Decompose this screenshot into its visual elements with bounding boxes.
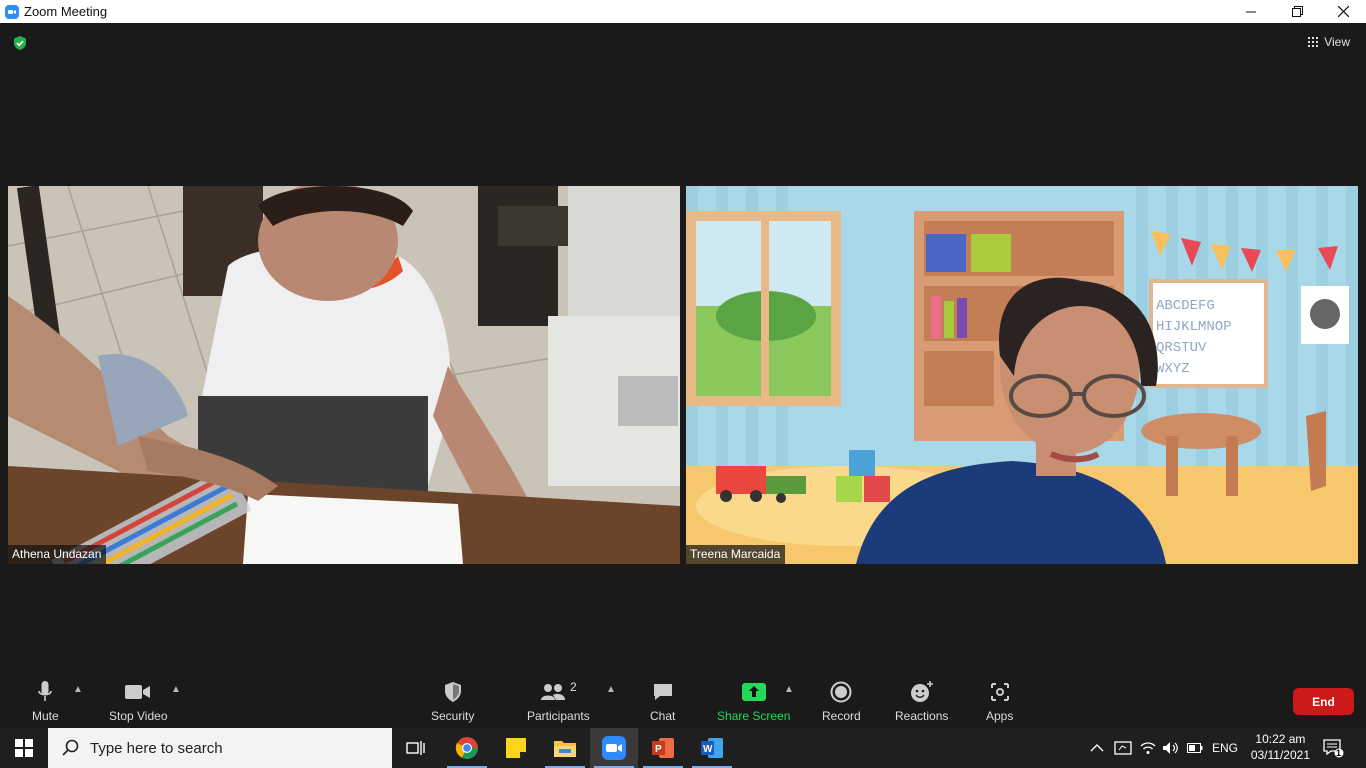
security-shield-icon [444,682,461,702]
apps-icon [990,683,1009,701]
svg-text:WXYZ: WXYZ [1156,361,1190,377]
restore-icon [1291,6,1303,17]
participant-video-feed [8,186,680,564]
participant-video-tile[interactable]: ABCDEFG HIJKLMNOP QRSTUV WXYZ Treena Mar… [686,186,1358,564]
share-options-caret-icon[interactable]: ▲ [784,684,794,695]
meeting-toolbar: Mute ▲ Stop Video ▲ Security 2 Participa… [0,672,1366,728]
share-screen-button[interactable]: Share Screen [717,680,790,723]
chat-label: Chat [650,709,676,723]
chat-bubble-icon [653,684,672,700]
powerpoint-icon: P [652,738,674,758]
participants-button[interactable]: 2 Participants [527,680,590,723]
apps-button[interactable]: Apps [986,680,1013,723]
search-placeholder: Type here to search [90,739,223,757]
svg-text:ABCDEFG: ABCDEFG [1156,298,1215,314]
action-center-button[interactable]: 1 [1322,728,1344,768]
stop-video-label: Stop Video [109,709,168,723]
record-button[interactable]: Record [822,680,861,723]
participant-name-tag: Treena Marcaida [686,545,786,564]
svg-text:HIJKLMNOP: HIJKLMNOP [1156,319,1232,335]
sticky-notes-icon [506,738,526,758]
sticky-notes-taskbar-button[interactable] [492,728,540,768]
grid-view-icon [1308,37,1319,47]
search-icon [62,739,79,756]
windows-taskbar: Type here to search P W ENG 10:22 am 03/… [0,728,1366,768]
close-icon [1337,6,1349,17]
participants-count: 2 [570,680,577,694]
participant-video-feed: ABCDEFG HIJKLMNOP QRSTUV WXYZ [686,186,1358,564]
svg-text:QRSTUV: QRSTUV [1156,340,1207,356]
svg-text:W: W [703,744,713,755]
meet-now-tray-button[interactable] [1114,728,1132,768]
battery-icon [1187,743,1203,753]
minimize-icon [1246,11,1256,12]
window-titlebar: Zoom Meeting [0,0,1366,23]
wifi-tray-button[interactable] [1140,728,1156,768]
record-icon [830,681,852,703]
view-button[interactable]: View [1308,35,1350,49]
apps-label: Apps [986,709,1014,723]
mute-label: Mute [32,709,59,723]
minimize-button[interactable] [1228,0,1274,23]
encryption-shield-icon[interactable] [12,35,28,51]
powerpoint-taskbar-button[interactable]: P [639,728,687,768]
restore-button[interactable] [1274,0,1320,23]
clock-time: 10:22 am [1255,732,1306,746]
zoom-icon [602,736,626,760]
video-options-caret-icon[interactable]: ▲ [171,684,181,695]
file-explorer-taskbar-button[interactable] [541,728,589,768]
word-icon: W [701,738,723,758]
battery-tray-button[interactable] [1187,728,1203,768]
notification-count-badge: 1 [1336,748,1342,758]
word-taskbar-button[interactable]: W [688,728,736,768]
file-explorer-folder-icon [554,741,576,757]
security-button[interactable]: Security [431,680,474,723]
chrome-icon [455,737,478,759]
wifi-icon [1140,742,1156,754]
meet-now-icon [1114,741,1132,755]
participant-name-tag: Athena Undazan [8,545,107,564]
audio-options-caret-icon[interactable]: ▲ [73,684,83,695]
clock-date: 03/11/2021 [1250,748,1310,762]
end-meeting-button[interactable]: End [1293,688,1354,715]
microphone-icon [38,681,53,701]
reactions-button[interactable]: Reactions [895,680,948,723]
taskbar-clock[interactable]: 10:22 am 03/11/2021 [1251,731,1310,763]
taskbar-search-box[interactable]: Type here to search [48,728,392,768]
participants-icon [541,684,565,700]
view-label: View [1324,35,1350,49]
reactions-smiley-icon [910,681,933,702]
show-hidden-icons-button[interactable] [1090,728,1104,768]
zoom-taskbar-button[interactable] [590,728,638,768]
share-screen-icon [741,683,766,701]
input-language-indicator[interactable]: ENG [1212,728,1238,768]
zoom-app-icon [5,4,19,19]
share-screen-label: Share Screen [717,709,791,723]
record-label: Record [822,709,861,723]
mute-button[interactable]: Mute [32,680,59,723]
chat-button[interactable]: Chat [650,680,675,723]
windows-logo-icon [15,739,33,757]
meeting-area: View Athena Undazan ABCDEFG HIJKLMNOP QR… [0,23,1366,672]
chevron-up-icon [1090,744,1104,752]
volume-icon [1163,742,1178,754]
window-title: Zoom Meeting [24,4,108,19]
chrome-taskbar-button[interactable] [443,728,491,768]
volume-tray-button[interactable] [1162,728,1180,768]
svg-text:P: P [655,744,662,755]
stop-video-button[interactable]: Stop Video [109,680,168,723]
task-view-button[interactable] [392,728,440,768]
task-view-icon [406,741,425,755]
participant-video-tile[interactable]: Athena Undazan [8,186,680,564]
start-button[interactable] [0,728,48,768]
reactions-label: Reactions [895,709,949,723]
participants-label: Participants [527,709,590,723]
close-button[interactable] [1320,0,1366,23]
video-camera-icon [125,685,151,699]
security-label: Security [431,709,475,723]
participants-options-caret-icon[interactable]: ▲ [606,684,616,695]
